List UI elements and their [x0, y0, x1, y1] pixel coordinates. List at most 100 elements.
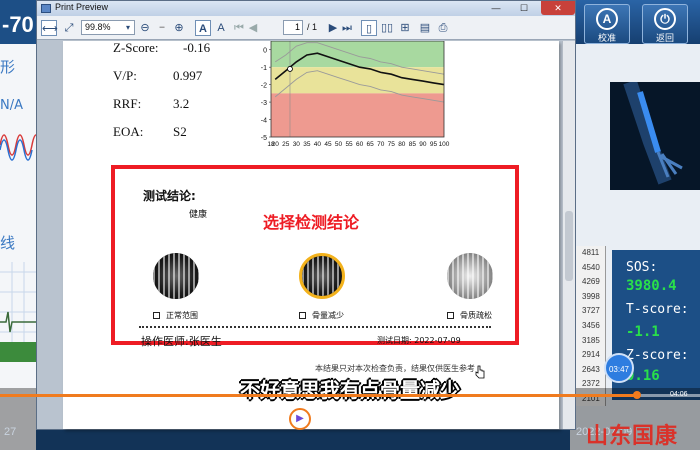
bone-reduced-image[interactable]: [299, 253, 345, 299]
conclusion-date: 测试日期: 2022-07-09: [377, 336, 461, 345]
conclusion-health: 健康: [189, 210, 208, 220]
next-icon[interactable]: ⏭: [334, 410, 350, 428]
play-button[interactable]: ▶: [289, 408, 311, 430]
calibrate-icon: A: [596, 8, 618, 30]
video-progress-knob[interactable]: [633, 391, 641, 399]
print-preview-app-icon: [41, 4, 51, 13]
chart-ytick-label: -3: [261, 100, 267, 107]
single-page-icon[interactable]: ▯: [361, 20, 377, 36]
power-icon: ⏻: [654, 8, 676, 30]
report-eoa-label: EOA:: [113, 124, 144, 139]
scrollbar-thumb[interactable]: [565, 211, 573, 281]
chart-xtick-label: 20: [272, 141, 280, 148]
increase-font-icon[interactable]: A: [195, 20, 211, 36]
chart-ytick-label: -2: [261, 83, 267, 90]
option-normal[interactable]: 正常范围: [153, 310, 198, 321]
page-number-input[interactable]: 1: [283, 20, 303, 35]
report-zscore-value: -0.16: [183, 41, 211, 55]
video-progress-bar[interactable]: [0, 391, 700, 399]
report-vp-value: 0.997: [173, 68, 203, 83]
previous-icon[interactable]: ⏮: [254, 410, 270, 428]
print-icon[interactable]: ⎙: [435, 20, 451, 36]
two-pages-icon[interactable]: ▯▯: [379, 20, 395, 36]
app-bottom-left-number: 27: [4, 426, 17, 438]
zscore-chart: 0-1-2-3-4-51820 25 30 35 40 45 50 55 60 65 70 75 80 8…: [261, 41, 450, 148]
option-reduced-label: 骨量减少: [312, 311, 344, 320]
zoom-slider[interactable]: ━: [155, 20, 169, 36]
chart-ytick-label: -4: [261, 118, 267, 125]
back-button[interactable]: ⏻ 返回: [642, 4, 688, 44]
forward-icon[interactable]: ↻: [316, 410, 332, 428]
minimize-button[interactable]: —: [485, 1, 507, 15]
checkbox-icon[interactable]: [447, 312, 454, 319]
print-preview-toolbar: ⟷ ⤢ 99.8% ▾ ⊖ ━ ⊕ A A ⏮ ◀ 1 / 1 ▶ ⏭ ▯ ▯▯…: [37, 16, 575, 40]
option-normal-label: 正常范围: [166, 311, 198, 320]
print-preview-scrollbar[interactable]: [562, 41, 575, 429]
chevron-down-icon[interactable]: ▾: [123, 20, 133, 36]
subtitles-icon[interactable]: ⧉: [352, 410, 368, 428]
bone-osteoporosis-image[interactable]: [447, 253, 493, 299]
chart-xtick-label: 25: [282, 141, 290, 148]
app-left-label-1: 形: [0, 58, 16, 76]
print-preview-titlebar[interactable]: Print Preview — ☐ ✕: [37, 1, 575, 16]
app-left-waveform: [0, 134, 36, 161]
ruler-tick: 3185: [582, 335, 600, 345]
conclusion-title: 测试结论:: [143, 189, 196, 203]
chart-xtick-label: 95: [430, 141, 438, 148]
chart-marker: [287, 66, 293, 72]
sos-label: SOS:: [626, 260, 658, 275]
zoom-in-icon[interactable]: ⊕: [171, 20, 187, 36]
decrease-font-icon[interactable]: A: [213, 20, 229, 36]
back-label: 返回: [655, 33, 674, 43]
chart-xtick-label: 40: [314, 141, 322, 148]
first-page-icon[interactable]: ⏮: [233, 20, 245, 36]
sos-value: 3980.4: [626, 278, 677, 294]
checkbox-icon[interactable]: [299, 312, 306, 319]
prev-page-icon[interactable]: ◀: [247, 20, 259, 36]
shuffle-icon[interactable]: ⤨: [236, 410, 252, 428]
conclusion-doctor: 操作医师:张医生: [141, 335, 222, 348]
option-osteoporosis[interactable]: 骨质疏松: [447, 310, 492, 321]
fit-page-icon[interactable]: ⤢: [61, 20, 77, 36]
ruler-tick: 3998: [582, 291, 600, 301]
chart-ytick-label: -5: [261, 135, 267, 142]
multi-page-icon[interactable]: ⊞: [397, 20, 413, 36]
maximize-button[interactable]: ☐: [511, 1, 537, 15]
chart-xtick-label: 80: [398, 141, 406, 148]
tscore-value: -1.1: [626, 324, 660, 340]
print-preview-title: Print Preview: [55, 2, 109, 12]
app-left-label-3: 线: [0, 234, 16, 252]
app-left-title: -70: [0, 0, 36, 44]
tscore-label: T-score:: [626, 302, 689, 317]
close-button[interactable]: ✕: [541, 1, 575, 15]
report-page: Z-Score: -0.16 V/P: 0.997 RRF: 3.2 EOA: …: [63, 41, 559, 429]
video-progress-fill: [0, 394, 637, 397]
chart-xtick-label: 35: [303, 141, 311, 148]
chart-zone-0: [271, 41, 444, 68]
report-vp-label: V/P:: [113, 68, 137, 83]
option-reduced[interactable]: 骨量减少: [299, 310, 344, 321]
chart-xtick-label: 55: [345, 141, 353, 148]
page-total: / 1: [307, 22, 318, 32]
chart-xtick-label: 70: [377, 141, 385, 148]
zoom-out-icon[interactable]: ⊖: [137, 20, 153, 36]
calibrate-button[interactable]: A 校准: [584, 4, 630, 44]
checkbox-icon[interactable]: [153, 312, 160, 319]
last-page-icon[interactable]: ⏭: [341, 20, 353, 36]
ruler-tick: 2914: [582, 350, 600, 360]
page-setup-icon[interactable]: ▤: [417, 20, 433, 36]
ruler-tick: 4540: [582, 262, 600, 272]
conclusion-hint: 选择检测结论: [263, 213, 360, 232]
fit-width-icon[interactable]: ⟷: [41, 20, 58, 36]
ruler-tick: 2643: [582, 364, 600, 374]
ruler-tick: 3727: [582, 306, 600, 316]
video-end-time: 04:06: [670, 391, 688, 398]
chart-xtick-label: 85: [409, 141, 417, 148]
chart-xtick-label: 45: [324, 141, 332, 148]
next-page-icon[interactable]: ▶: [327, 20, 339, 36]
rewind-icon[interactable]: ↺: [272, 410, 288, 428]
calibrate-label: 校准: [597, 33, 616, 43]
chart-xtick-label: 65: [367, 141, 375, 148]
app-left-label-2: N/A: [0, 98, 23, 113]
bone-normal-image[interactable]: [153, 253, 199, 299]
